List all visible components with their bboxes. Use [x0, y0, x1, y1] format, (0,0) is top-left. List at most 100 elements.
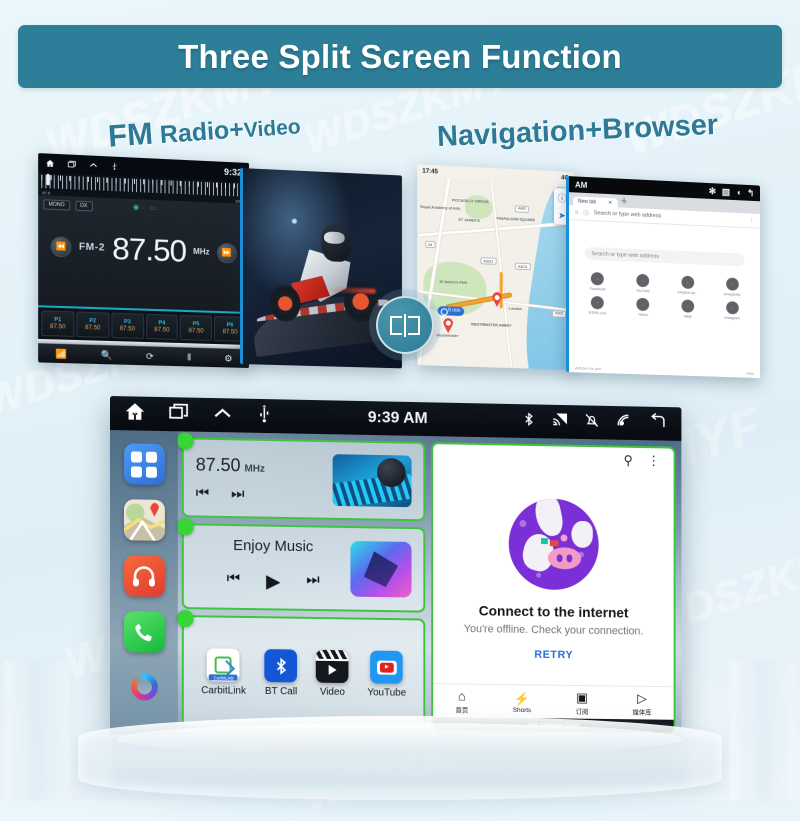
recents-icon[interactable]	[67, 160, 76, 170]
search-icon[interactable]: ⚲	[623, 453, 632, 469]
sidebar-item-assistant[interactable]	[130, 673, 158, 701]
split-right-pane-icon	[408, 315, 421, 335]
omnibox-text[interactable]: Search or type web address	[594, 210, 744, 223]
browser-shortcut[interactable]: ● Instagram	[710, 301, 754, 321]
hide-button[interactable]: Hide	[746, 371, 754, 376]
close-icon[interactable]: ✕	[608, 199, 612, 205]
bluetooth-icon[interactable]	[521, 410, 536, 433]
maps-icon	[123, 499, 165, 541]
app-shortcut-carbitlink[interactable]: CarbitLink CarbitLink	[201, 648, 246, 697]
fm-prev-button[interactable]: ⏪	[50, 235, 72, 257]
home-icon[interactable]	[45, 159, 54, 169]
wifi-icon: ◖	[735, 186, 742, 197]
map-road-shield: A4	[425, 240, 436, 249]
browser-shortcut[interactable]: ● ESPN.com	[575, 295, 620, 316]
usb-icon[interactable]	[110, 162, 118, 171]
headphones-icon	[133, 566, 156, 587]
browser-shortcut[interactable]: ● Amazon.sp...	[665, 275, 710, 296]
youtube-offline-pane[interactable]: ⚲ ⋮ Connect to the internet You're offli…	[431, 442, 676, 735]
browser-shortcut[interactable]: ● eBay	[665, 299, 710, 319]
resize-handle[interactable]	[176, 432, 194, 450]
search-icon[interactable]: 🔍	[101, 350, 113, 361]
app-label: YouTube	[367, 687, 407, 699]
map-place-label: London	[508, 306, 522, 311]
youtube-nav-item[interactable]: ⚡ Shorts	[512, 691, 532, 714]
scan-icon[interactable]: ⟳	[146, 351, 154, 362]
browser-shortcut[interactable]: ● Anappedia	[710, 277, 754, 297]
map-place-label: PICCADILLY CIRCUS	[452, 198, 489, 204]
preset-slot: P2	[89, 318, 97, 325]
fm-next-button[interactable]: ⏩	[216, 242, 237, 264]
retry-button[interactable]: RETRY	[534, 648, 573, 660]
app-shortcut-video[interactable]: Video	[316, 649, 349, 698]
origin-pin[interactable]	[443, 318, 454, 334]
menu-icon[interactable]: ⋮	[749, 217, 754, 223]
navigation-map-device[interactable]: 9 min Royal Academy of Arts PICCADILLY CI…	[417, 164, 574, 370]
settings-icon[interactable]: ⚙	[224, 353, 232, 364]
app-shortcut-bt-call[interactable]: BT Call	[264, 649, 298, 697]
back-icon[interactable]	[648, 412, 667, 435]
video-player-panel[interactable]	[240, 168, 402, 369]
split-divider-icon	[403, 313, 407, 337]
browser-shortcut[interactable]: ● Facebook	[575, 271, 620, 292]
cast-icon[interactable]	[552, 410, 569, 433]
browser-shortcut[interactable]: ● Yahoo	[620, 297, 665, 318]
fm-preset-button[interactable]: P3 87.50	[111, 312, 144, 339]
main-app-rail	[110, 430, 178, 735]
app-shortcuts-card[interactable]: CarbitLink CarbitLink BT Call Video YouT…	[176, 609, 426, 732]
equalizer-icon[interactable]: ⦀	[187, 352, 191, 363]
radio-icon[interactable]: 📶	[55, 349, 67, 361]
fm-preset-button[interactable]: P5 87.50	[180, 314, 213, 341]
youtube-nav-item[interactable]: ⌂ 首页	[455, 688, 468, 714]
sidebar-item-music[interactable]	[123, 555, 165, 597]
radio-widget-card[interactable]: 87.50 MHz ⏮ ⏭	[176, 432, 426, 522]
youtube-nav-item[interactable]: ▷ 媒体库	[633, 691, 652, 717]
youtube-nav-label: Shorts	[512, 706, 532, 714]
browser-device[interactable]: AM ✻ ▧ ◖ ↰ New tab ✕ ＋ ⌂ ⓘ Search or typ…	[566, 176, 760, 379]
app-shortcut-youtube[interactable]: YouTube	[367, 650, 407, 699]
shortcut-label: ESPN.com	[588, 310, 607, 316]
mute-bell-icon[interactable]	[584, 411, 600, 434]
heading-navigation-browser: Navigation+Browser	[436, 108, 719, 154]
stereo-icon: ◉	[132, 204, 140, 212]
tab-title: New tab	[577, 198, 597, 205]
radio-prev-button[interactable]: ⏮	[196, 484, 209, 501]
heading-fm-radio-video: FM Radio+Video	[107, 105, 302, 154]
shortcut-label: eBay	[683, 314, 692, 319]
fm-preset-button[interactable]: P4 87.50	[145, 313, 179, 340]
music-widget-info: Enjoy Music ⏮ ▶ ⏭	[196, 537, 351, 594]
browser-shortcut-grid: ● Facebook ● YouTube ● Amazon.sp... ● Anappedia…	[569, 271, 760, 321]
shortcut-favicon-icon: ●	[725, 277, 739, 291]
radio-frequency-unit: MHz	[244, 462, 265, 475]
map-road-shield: A3212	[480, 257, 497, 265]
music-prev-button[interactable]: ⏮	[227, 570, 240, 593]
fm-unit: MHz	[193, 246, 210, 257]
offline-subtitle: You're offline. Check your connection.	[463, 622, 644, 638]
sidebar-item-apps[interactable]	[123, 443, 165, 485]
music-widget-card[interactable]: Enjoy Music ⏮ ▶ ⏭	[176, 518, 426, 613]
resize-handle[interactable]	[176, 609, 194, 628]
resize-handle[interactable]	[176, 518, 194, 536]
radio-next-button[interactable]: ⏭	[231, 485, 244, 502]
browser-shortcut[interactable]: ● YouTube	[620, 273, 665, 294]
fm-preset-button[interactable]: P2 87.50	[76, 311, 110, 338]
youtube-nav-item[interactable]: ▣ 订阅	[576, 690, 589, 716]
music-next-button[interactable]: ⏭	[306, 571, 319, 594]
sidebar-item-maps[interactable]	[123, 499, 165, 541]
browser-search-box[interactable]: Search or type web address	[584, 246, 745, 267]
app-label: Video	[319, 686, 345, 698]
heading-fm: FM	[106, 115, 155, 154]
map-canvas[interactable]: 9 min Royal Academy of Arts PICCADILLY CI…	[417, 164, 574, 370]
tuner-cursor[interactable]	[46, 173, 50, 186]
main-left-column: 87.50 MHz ⏮ ⏭ Enjoy Music ⏮ ▶ ⏭ CarbitLi…	[176, 432, 426, 732]
chevron-up-icon[interactable]	[89, 161, 98, 171]
back-icon[interactable]: ↰	[747, 187, 754, 198]
sidebar-item-phone[interactable]	[123, 611, 165, 653]
menu-icon[interactable]: ⋮	[647, 453, 660, 469]
music-play-button[interactable]: ▶	[266, 570, 280, 593]
wifi-icon[interactable]	[615, 412, 633, 435]
home-icon[interactable]: ⌂	[575, 209, 578, 215]
fm-preset-button[interactable]: P1 87.50	[41, 310, 75, 337]
new-tab-button[interactable]: ＋	[620, 196, 628, 208]
phone-icon	[135, 623, 152, 642]
